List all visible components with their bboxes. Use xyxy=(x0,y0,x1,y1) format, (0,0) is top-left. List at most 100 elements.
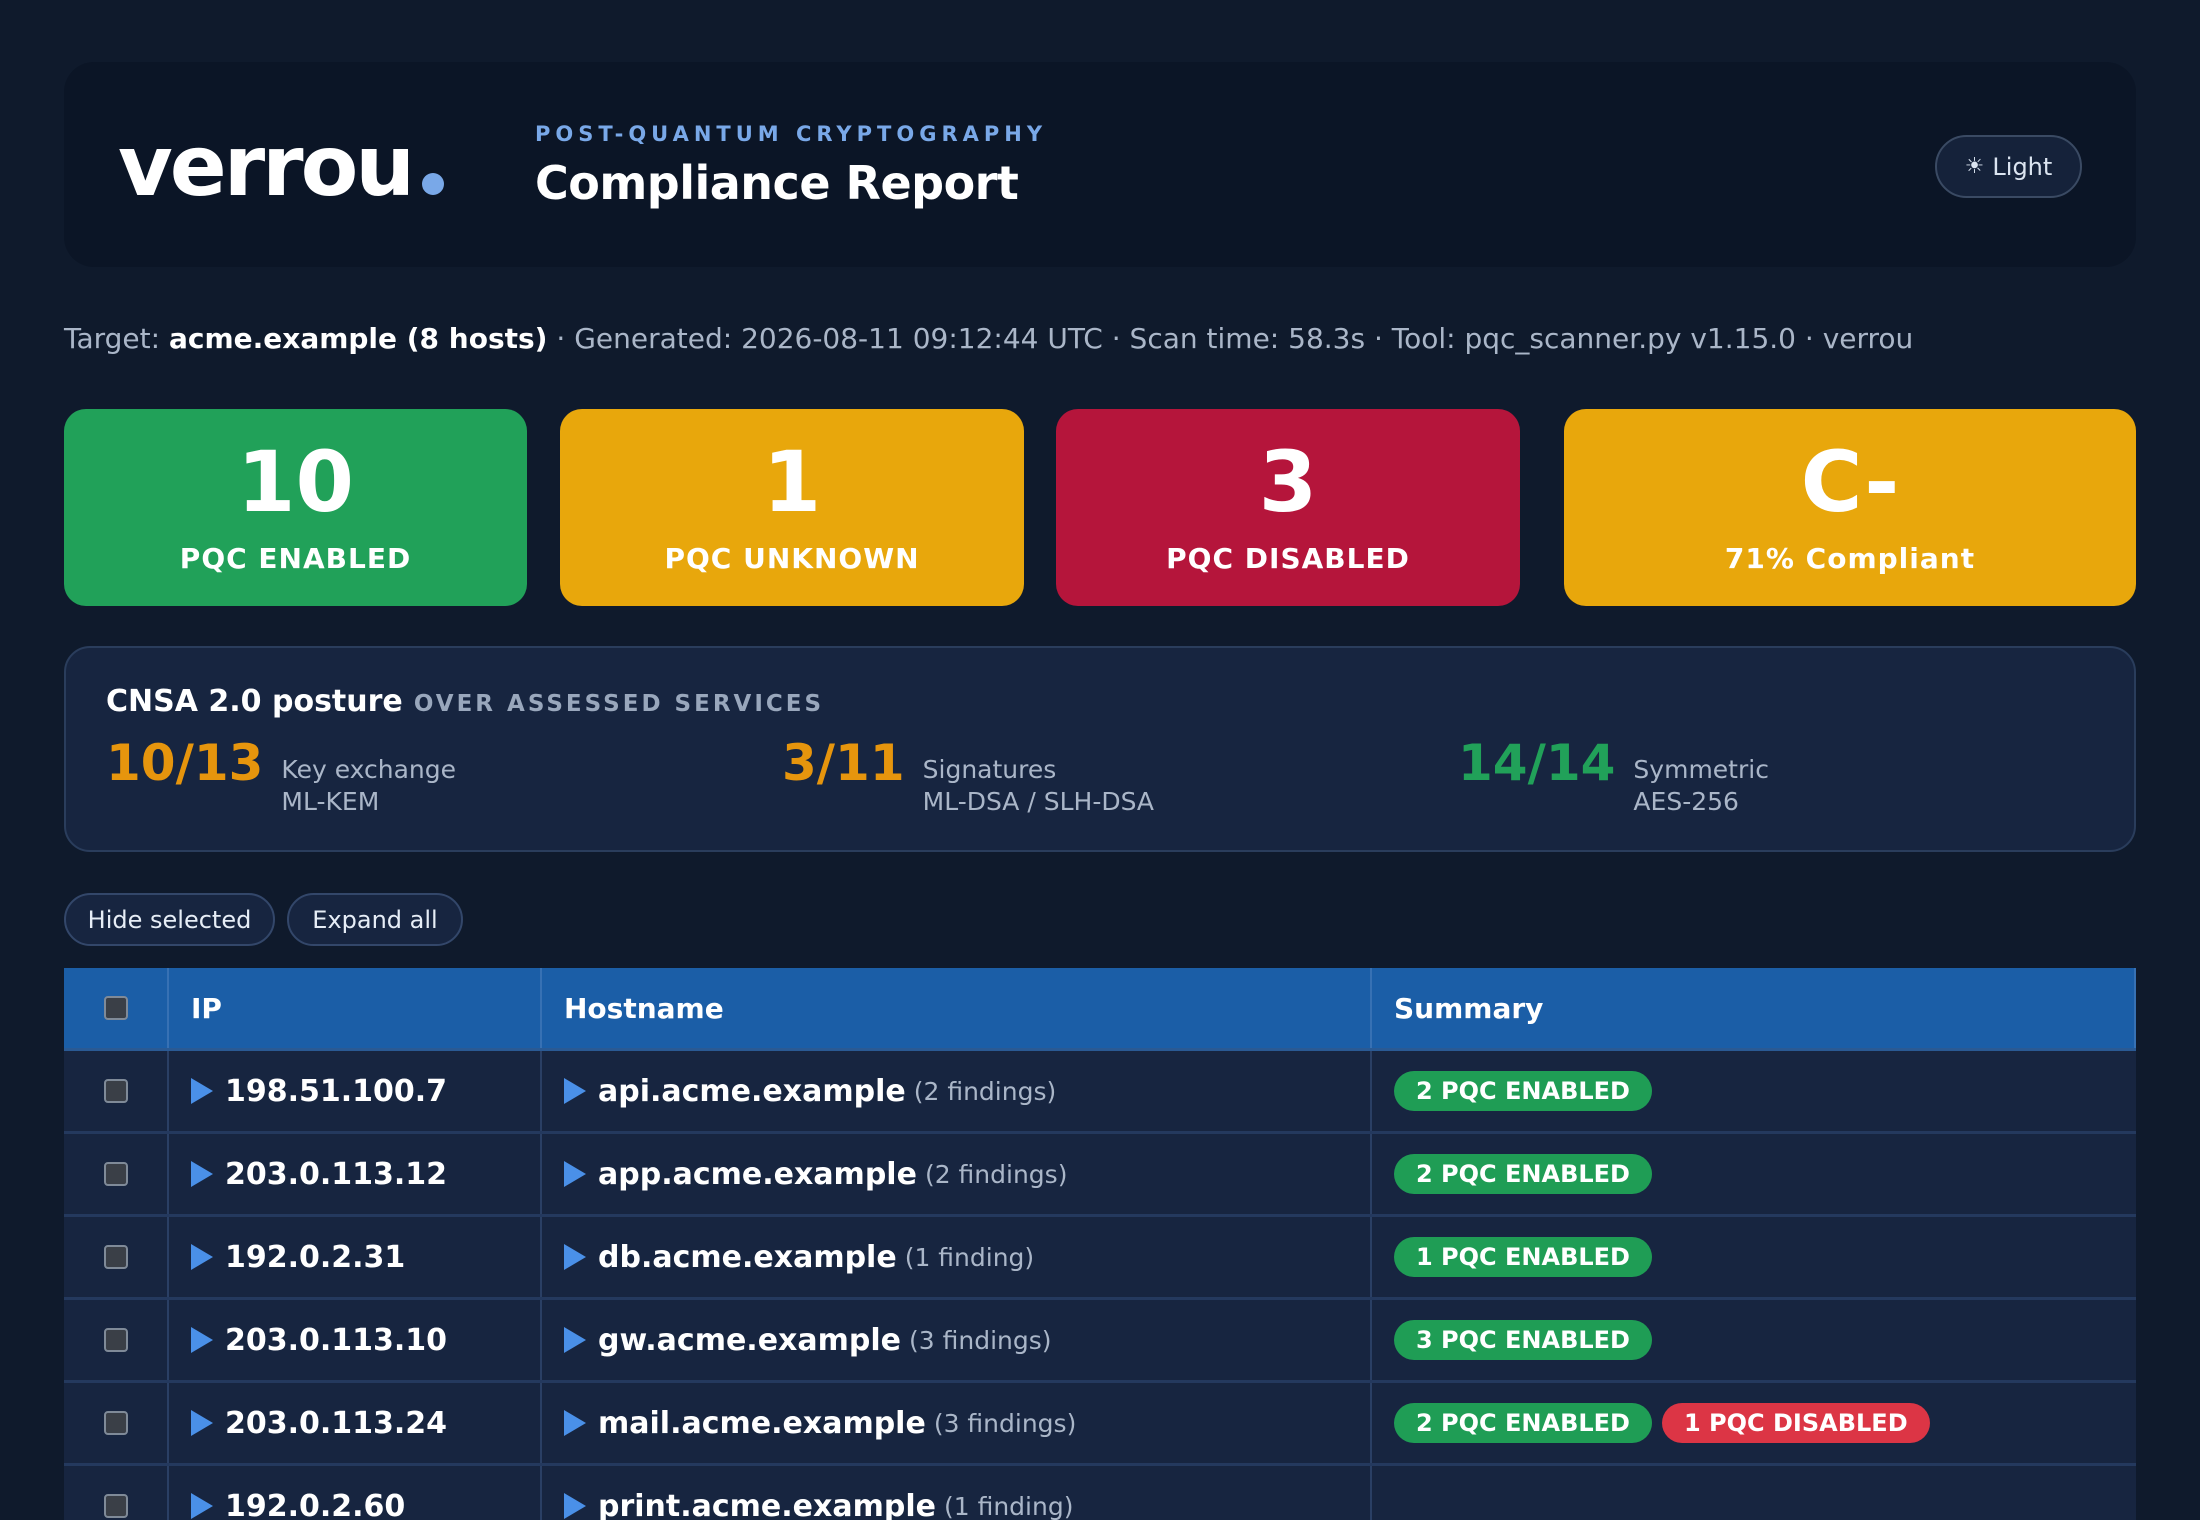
stat-card-pqc-unknown: 1 PQC UNKNOWN xyxy=(560,409,1024,606)
table-row[interactable]: 192.0.2.60 print.acme.example (1 finding… xyxy=(64,1466,2136,1520)
findings-count: (2 findings) xyxy=(924,1159,1068,1189)
row-select-cell xyxy=(64,1300,169,1380)
metric-algo: AES-256 xyxy=(1633,787,1739,816)
row-checkbox[interactable] xyxy=(103,1494,128,1518)
stat-label: PQC DISABLED xyxy=(1166,542,1410,575)
hostname: gw.acme.example xyxy=(598,1322,902,1358)
ip-cell[interactable]: 192.0.2.60 xyxy=(169,1466,542,1520)
metric-fraction: 14/14 xyxy=(1458,734,1616,792)
hosts-table: IP Hostname Summary 198.51.100.7 api.acm… xyxy=(64,968,2136,1520)
table-row[interactable]: 192.0.2.31 db.acme.example (1 finding) 1… xyxy=(64,1217,2136,1300)
row-checkbox[interactable] xyxy=(103,1245,128,1269)
expand-triangle-icon[interactable] xyxy=(191,1410,213,1436)
expand-triangle-icon[interactable] xyxy=(564,1327,586,1353)
table-row[interactable]: 203.0.113.24 mail.acme.example (3 findin… xyxy=(64,1383,2136,1466)
row-select-cell xyxy=(64,1051,169,1131)
expand-triangle-icon[interactable] xyxy=(191,1161,213,1187)
expand-all-button[interactable]: Expand all xyxy=(287,893,463,946)
expand-triangle-icon[interactable] xyxy=(564,1161,586,1187)
hostname-cell[interactable]: api.acme.example (2 findings) xyxy=(542,1051,1372,1131)
scan-details: · Generated: 2026-08-11 09:12:44 UTC · S… xyxy=(556,322,1914,355)
logo-dot xyxy=(422,173,445,195)
posture-subtitle: OVER ASSESSED SERVICES xyxy=(413,691,825,717)
metric-name: Symmetric xyxy=(1633,755,1769,784)
expand-triangle-icon[interactable] xyxy=(564,1244,586,1270)
target-value: acme.example (8 hosts) xyxy=(168,322,548,355)
ip-cell[interactable]: 198.51.100.7 xyxy=(169,1051,542,1131)
status-badge-enabled: 2 PQC ENABLED xyxy=(1394,1403,1652,1443)
row-checkbox[interactable] xyxy=(103,1162,128,1186)
table-row[interactable]: 203.0.113.10 gw.acme.example (3 findings… xyxy=(64,1300,2136,1383)
metric-name: Key exchange xyxy=(281,755,456,784)
stat-label: PQC ENABLED xyxy=(179,542,412,575)
hostname-cell[interactable]: print.acme.example (1 finding) xyxy=(542,1466,1372,1520)
expand-triangle-icon[interactable] xyxy=(564,1078,586,1104)
status-badge-enabled: 2 PQC ENABLED xyxy=(1394,1154,1652,1194)
table-row[interactable]: 203.0.113.12 app.acme.example (2 finding… xyxy=(64,1134,2136,1217)
logo-text: verrou xyxy=(118,117,415,215)
row-select-cell xyxy=(64,1466,169,1520)
findings-count: (3 findings) xyxy=(933,1408,1077,1438)
table-row[interactable]: 198.51.100.7 api.acme.example (2 finding… xyxy=(64,1051,2136,1134)
posture-metric-symmetric: 14/14 Symmetric AES-256 xyxy=(1458,738,1769,818)
column-header-ip[interactable]: IP xyxy=(169,968,542,1048)
expand-triangle-icon[interactable] xyxy=(191,1327,213,1353)
grade-label: 71% Compliant xyxy=(1724,542,1976,575)
posture-title: CNSA 2.0 posture xyxy=(106,684,403,719)
metric-fraction: 10/13 xyxy=(106,734,264,792)
hostname: print.acme.example xyxy=(598,1488,936,1520)
summary-cell: 2 PQC ENABLED xyxy=(1372,1051,2136,1131)
cnsa-posture-panel: CNSA 2.0 posture OVER ASSESSED SERVICES … xyxy=(64,646,2136,852)
select-all-checkbox[interactable] xyxy=(103,996,128,1020)
report-eyebrow: POST-QUANTUM CRYPTOGRAPHY xyxy=(535,122,1048,146)
ip-address: 192.0.2.60 xyxy=(225,1488,406,1520)
hide-selected-button[interactable]: Hide selected xyxy=(64,893,275,946)
page-title: Compliance Report xyxy=(535,156,1019,210)
expand-triangle-icon[interactable] xyxy=(191,1244,213,1270)
row-select-cell xyxy=(64,1217,169,1297)
table-body: 198.51.100.7 api.acme.example (2 finding… xyxy=(64,1051,2136,1520)
expand-triangle-icon[interactable] xyxy=(191,1078,213,1104)
summary-cell: 3 PQC ENABLED xyxy=(1372,1300,2136,1380)
column-header-summary[interactable]: Summary xyxy=(1372,968,2136,1048)
row-checkbox[interactable] xyxy=(103,1411,128,1435)
status-badge-enabled: 1 PQC ENABLED xyxy=(1394,1237,1652,1277)
report-page: verrou POST-QUANTUM CRYPTOGRAPHY Complia… xyxy=(0,0,2200,1520)
metric-algo: ML-DSA / SLH-DSA xyxy=(922,787,1155,816)
metric-fraction: 3/11 xyxy=(782,734,905,792)
summary-cell: 2 PQC ENABLED xyxy=(1372,1134,2136,1214)
stat-card-pqc-enabled: 10 PQC ENABLED xyxy=(64,409,527,606)
status-badge-disabled: 1 PQC DISABLED xyxy=(1661,1403,1930,1443)
column-header-hostname[interactable]: Hostname xyxy=(542,968,1372,1048)
expand-triangle-icon[interactable] xyxy=(191,1493,213,1519)
status-badge-enabled: 3 PQC ENABLED xyxy=(1394,1320,1652,1360)
expand-triangle-icon[interactable] xyxy=(564,1493,586,1519)
row-checkbox[interactable] xyxy=(103,1328,128,1352)
ip-cell[interactable]: 203.0.113.10 xyxy=(169,1300,542,1380)
hostname-cell[interactable]: app.acme.example (2 findings) xyxy=(542,1134,1372,1214)
ip-cell[interactable]: 192.0.2.31 xyxy=(169,1217,542,1297)
summary-cell: 2 PQC ENABLED 1 PQC DISABLED xyxy=(1372,1383,2136,1463)
target-label: Target: xyxy=(64,322,161,355)
findings-count: (1 finding) xyxy=(904,1242,1035,1272)
hostname-cell[interactable]: gw.acme.example (3 findings) xyxy=(542,1300,1372,1380)
table-header-row: IP Hostname Summary xyxy=(64,968,2136,1051)
stat-card-pqc-disabled: 3 PQC DISABLED xyxy=(1056,409,1520,606)
hostname: mail.acme.example xyxy=(598,1405,926,1441)
posture-metric-signatures: 3/11 Signatures ML-DSA / SLH-DSA xyxy=(782,738,1154,818)
posture-metric-key-exchange: 10/13 Key exchange ML-KEM xyxy=(106,738,456,818)
row-checkbox[interactable] xyxy=(103,1079,128,1103)
hostname: api.acme.example xyxy=(598,1073,906,1109)
hostname: app.acme.example xyxy=(598,1156,917,1192)
ip-cell[interactable]: 203.0.113.12 xyxy=(169,1134,542,1214)
expand-triangle-icon[interactable] xyxy=(564,1410,586,1436)
hostname-cell[interactable]: mail.acme.example (3 findings) xyxy=(542,1383,1372,1463)
ip-address: 203.0.113.24 xyxy=(225,1405,448,1441)
hostname-cell[interactable]: db.acme.example (1 finding) xyxy=(542,1217,1372,1297)
ip-cell[interactable]: 203.0.113.24 xyxy=(169,1383,542,1463)
ip-address: 203.0.113.10 xyxy=(225,1322,448,1358)
grade-value: C- xyxy=(1800,433,1900,531)
select-all-cell xyxy=(64,968,169,1048)
theme-toggle-button[interactable]: ☀ Light xyxy=(1935,135,2082,198)
sun-icon: ☀ xyxy=(1964,154,1985,179)
